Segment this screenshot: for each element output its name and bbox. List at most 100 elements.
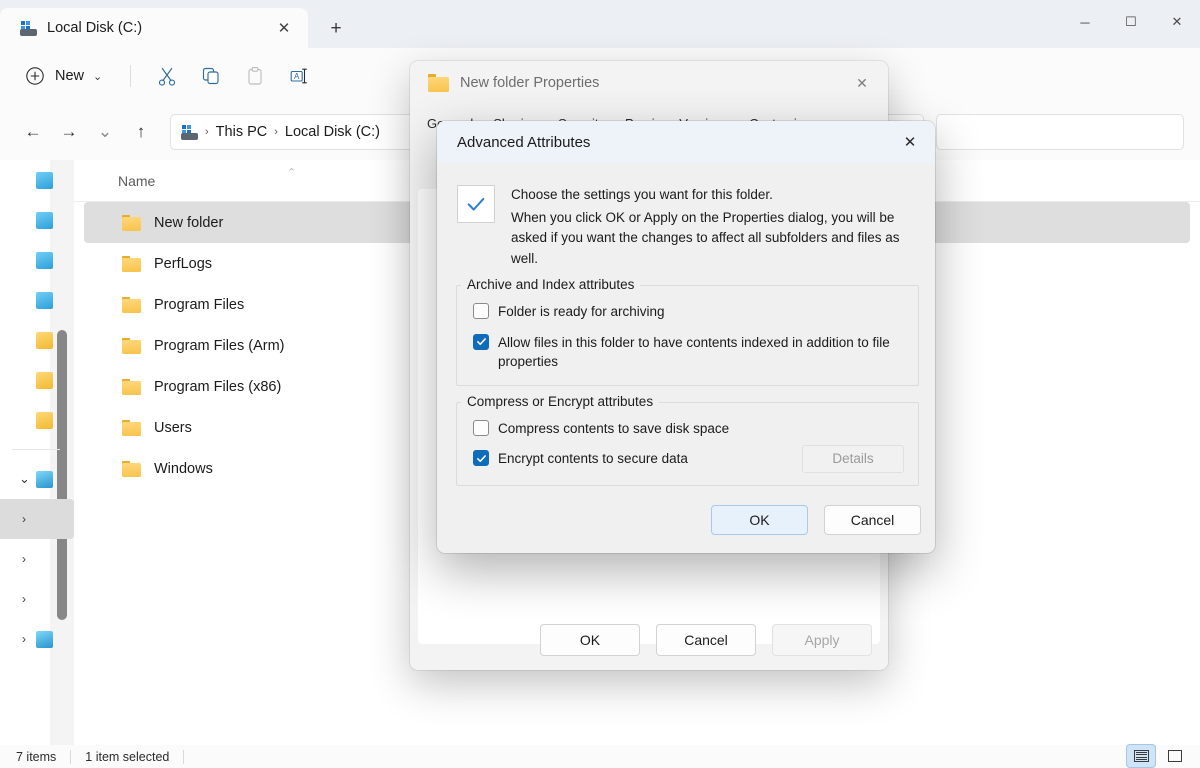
large-icons-view-button[interactable] (1160, 744, 1190, 768)
navpane-item[interactable]: › (0, 579, 74, 619)
chevron-down-icon[interactable]: ⌄ (19, 471, 30, 487)
advanced-cancel-button[interactable]: Cancel (824, 505, 921, 535)
advanced-intro: Choose the settings you want for this fo… (437, 163, 935, 269)
search-input[interactable] (936, 114, 1184, 150)
column-header-name[interactable]: Name (74, 173, 155, 189)
navpane-item[interactable] (0, 240, 74, 280)
folder-icon (122, 460, 141, 477)
encrypt-checkbox[interactable] (473, 450, 489, 467)
this-pc-icon (36, 470, 53, 488)
svg-text:A: A (294, 72, 300, 81)
maximize-icon[interactable]: ☐ (1108, 0, 1154, 44)
navpane-item-local-disk-c[interactable]: › (0, 499, 74, 539)
folder-icon (122, 337, 141, 354)
archive-index-group-label: Archive and Index attributes (461, 277, 641, 293)
close-icon[interactable]: ✕ (1154, 0, 1200, 44)
drive-icon (20, 20, 37, 37)
details-button[interactable]: Details (802, 444, 904, 473)
navpane-item[interactable] (0, 320, 74, 360)
compress-checkbox[interactable] (473, 419, 489, 436)
recent-locations-button[interactable]: ⌄ (88, 115, 122, 149)
navpane-item[interactable] (0, 200, 74, 240)
details-view-button[interactable] (1126, 744, 1156, 768)
breadcrumb-this-pc[interactable]: This PC (216, 124, 268, 140)
checkbox-row-compress[interactable]: Compress contents to save disk space (473, 419, 904, 439)
new-tab-button[interactable]: + (322, 14, 350, 42)
folder-icon (122, 378, 141, 395)
item-count: 7 items (16, 749, 57, 764)
folder-icon (122, 214, 141, 231)
new-button-label: New (55, 68, 85, 84)
cut-button[interactable] (147, 57, 187, 95)
file-row-label: Users (154, 419, 192, 436)
new-button[interactable]: New ⌄ (18, 59, 114, 93)
folder-icon (122, 296, 141, 313)
archiving-checkbox[interactable] (473, 303, 489, 320)
view-toggle-group (1126, 744, 1190, 768)
navpane-item[interactable]: › (0, 539, 74, 579)
properties-cancel-button[interactable]: Cancel (656, 624, 756, 656)
copy-button[interactable] (191, 57, 231, 95)
cloud-icon (36, 291, 53, 309)
compress-encrypt-group: Compress or Encrypt attributes Compress … (456, 393, 919, 486)
advanced-intro-line2: When you click OK or Apply on the Proper… (511, 209, 900, 266)
properties-dialog-title: New folder Properties (460, 75, 600, 91)
advanced-title-bar: Advanced Attributes ✕ (437, 121, 935, 163)
back-button[interactable]: ← (16, 115, 50, 149)
tab-local-disk-c[interactable]: Local Disk (C:) ✕ (0, 8, 308, 48)
folder-icon (122, 255, 141, 272)
scissors-icon (159, 67, 176, 86)
navpane-item[interactable] (0, 360, 74, 400)
up-button[interactable]: ↑ (124, 115, 158, 149)
minimize-icon[interactable]: ─ (1062, 0, 1108, 44)
navigation-pane: ⌄ › › › › (0, 160, 74, 745)
folder-icon (428, 74, 449, 92)
explorer-window: Local Disk (C:) ✕ + ─ ☐ ✕ New ⌄ A ← → ⌄ … (0, 0, 1200, 768)
advanced-dialog-title: Advanced Attributes (457, 133, 591, 151)
status-divider (183, 749, 185, 764)
navpane-item[interactable] (0, 400, 74, 440)
checkbox-row-indexing[interactable]: Allow files in this folder to have conte… (473, 333, 904, 372)
close-icon[interactable]: ✕ (842, 67, 882, 99)
plus-circle-icon (26, 67, 44, 85)
forward-button[interactable]: → (52, 115, 86, 149)
navpane-item[interactable] (0, 280, 74, 320)
breadcrumb-local-disk-c[interactable]: Local Disk (C:) (285, 124, 380, 140)
properties-apply-button[interactable]: Apply (772, 624, 872, 656)
tab-label: Local Disk (C:) (47, 20, 143, 36)
chevron-right-icon[interactable]: › (22, 592, 26, 606)
close-icon[interactable]: ✕ (270, 14, 298, 42)
file-row-label: Program Files (Arm) (154, 337, 285, 354)
paste-button[interactable] (235, 57, 275, 95)
file-row-label: Program Files (154, 296, 245, 313)
rename-button[interactable]: A (279, 57, 319, 95)
compress-encrypt-group-label: Compress or Encrypt attributes (461, 393, 660, 409)
rename-icon: A (290, 68, 308, 84)
chevron-right-icon[interactable]: › (22, 552, 26, 566)
navpane-item-network[interactable]: › (0, 619, 74, 659)
window-controls: ─ ☐ ✕ (1062, 0, 1200, 44)
network-icon (36, 630, 53, 648)
navpane-item-this-pc[interactable]: ⌄ (0, 459, 74, 499)
drive-icon (181, 124, 198, 141)
folder-icon (36, 371, 53, 389)
checkbox-row-archiving[interactable]: Folder is ready for archiving (473, 302, 904, 322)
cloud-icon (36, 171, 53, 189)
close-icon[interactable]: ✕ (889, 125, 931, 159)
indexing-checkbox[interactable] (473, 333, 489, 350)
chevron-right-icon[interactable]: › (22, 632, 26, 646)
navpane-item[interactable] (0, 160, 74, 200)
file-row-label: PerfLogs (154, 255, 213, 272)
archiving-label: Folder is ready for archiving (498, 304, 665, 320)
status-bar: 7 items 1 item selected (0, 745, 1200, 768)
advanced-attributes-dialog: Advanced Attributes ✕ Choose the setting… (437, 121, 935, 553)
file-row-label: Windows (154, 460, 213, 477)
copy-icon (203, 67, 219, 85)
advanced-ok-button[interactable]: OK (711, 505, 808, 535)
navpane-divider (12, 449, 60, 450)
chevron-right-icon[interactable]: › (22, 512, 26, 526)
folder-icon (122, 419, 141, 436)
toolbar-divider (130, 65, 132, 87)
compress-label: Compress contents to save disk space (498, 420, 730, 436)
properties-ok-button[interactable]: OK (540, 624, 640, 656)
